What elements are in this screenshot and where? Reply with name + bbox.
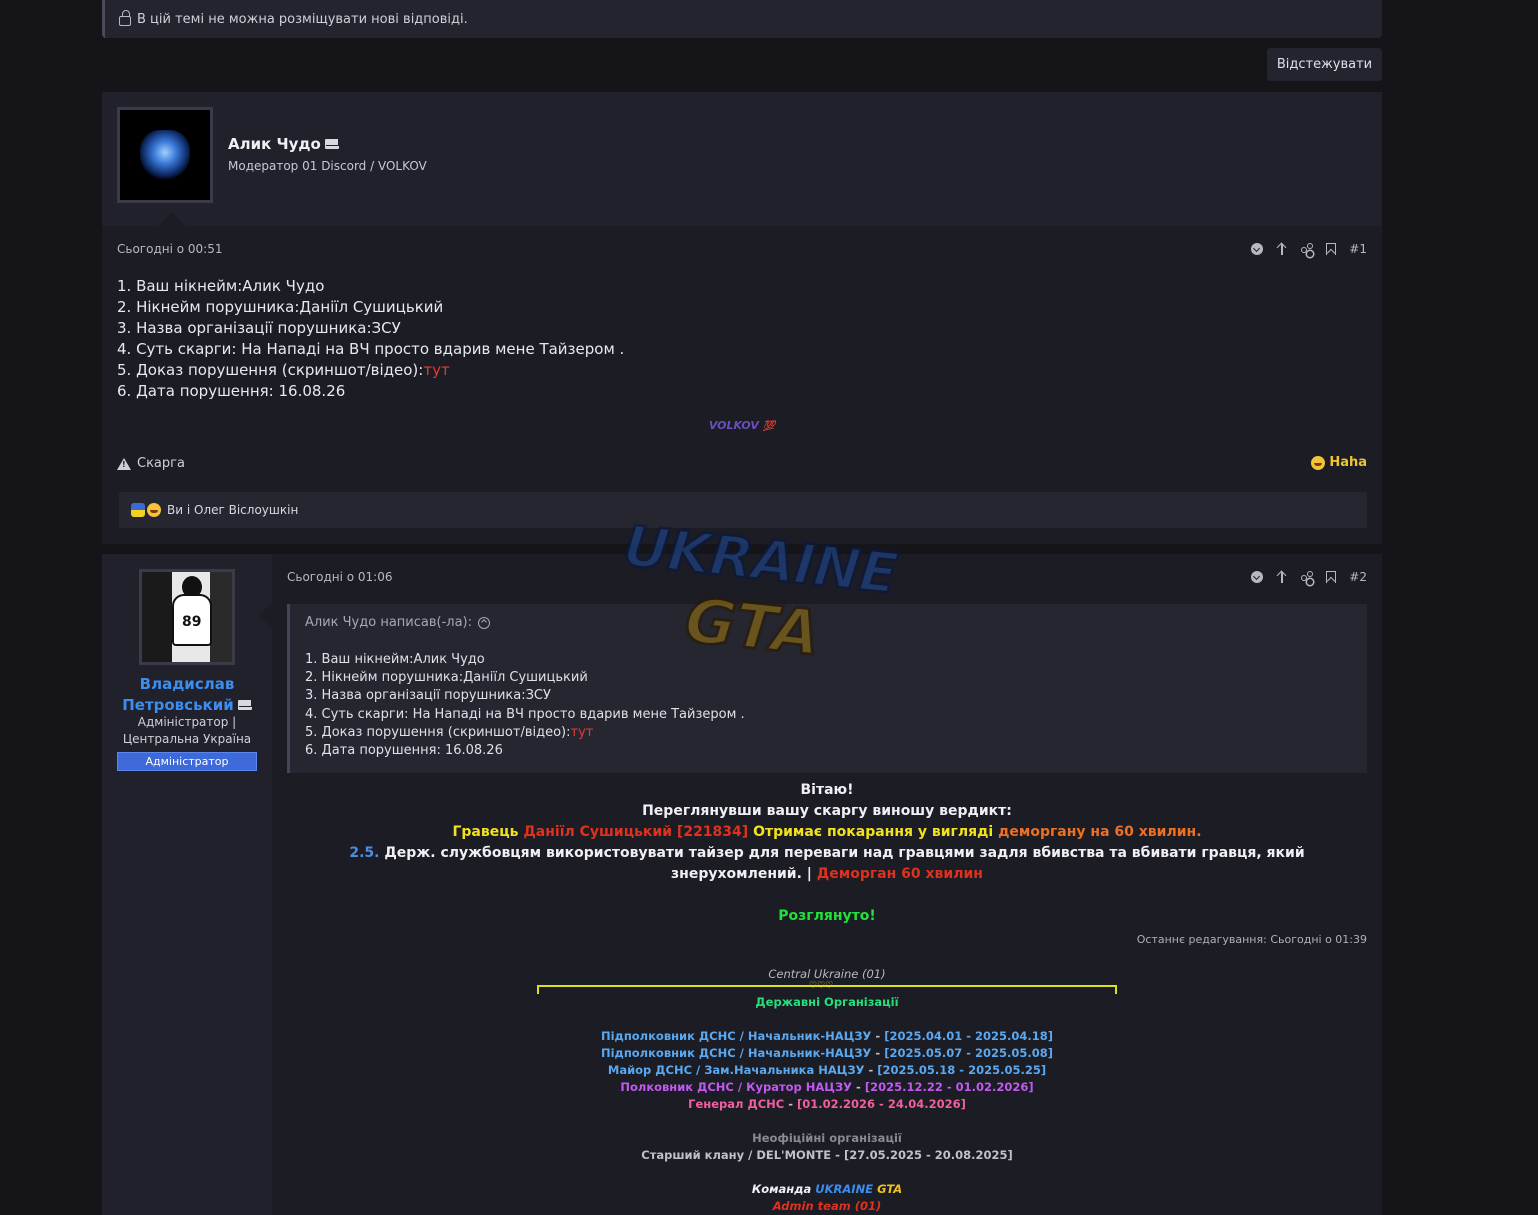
- post-number[interactable]: #2: [1349, 570, 1367, 584]
- avatar[interactable]: [117, 107, 213, 203]
- line: 1. Ваш нікнейм:Алик Чудо: [117, 277, 325, 295]
- reactions-bar[interactable]: Ви і Олег Віслоушкін: [119, 492, 1367, 528]
- wolf-avatar-image: [140, 130, 190, 180]
- caret: [259, 602, 272, 628]
- verdict-player: Гравець Даніїл Сушицький [221834] Отрима…: [452, 824, 1202, 840]
- line: 6. Дата порушення: 16.08.26: [117, 382, 346, 400]
- author-name-line: Владислав: [139, 675, 235, 693]
- quote-header[interactable]: Алик Чудо написав(-ла):: [305, 615, 490, 630]
- line: 6. Дата порушення: 16.08.26: [305, 743, 503, 759]
- share-icon[interactable]: [1301, 571, 1314, 583]
- bookmark-icon[interactable]: [1326, 571, 1337, 583]
- author-title: Адміністратор | Центральна Україна: [102, 714, 272, 748]
- flag-emoji-icon: [131, 503, 145, 517]
- post-body: 1. Ваш нікнейм:Алик Чудо 2. Нікнейм пору…: [117, 276, 624, 402]
- reaction-button[interactable]: Haha: [1311, 455, 1367, 470]
- status: Розглянуто!: [778, 908, 876, 924]
- signature: VOLKOV 💯: [708, 419, 776, 432]
- share-icon[interactable]: [1301, 243, 1314, 255]
- line: 5. Доказ порушення (скриншот/відео):тут: [305, 724, 594, 740]
- rank-line: Підполковник ДСНС / Начальник-НАЦЗУ - [2…: [600, 1046, 1054, 1060]
- post-1: Алик Чудо Модератор 01 Discord / VOLKOV …: [102, 92, 1382, 544]
- author-name[interactable]: Владислав Петровський: [102, 674, 272, 716]
- rank-line: Підполковник ДСНС / Начальник-НАЦЗУ - [2…: [600, 1029, 1054, 1043]
- warning-icon: [117, 457, 131, 470]
- author-title: Модератор 01 Discord / VOLKOV: [228, 159, 427, 173]
- evidence-link[interactable]: тут: [571, 725, 594, 740]
- line: 4. Суть скарги: На Нападі на ВЧ просто в…: [117, 340, 625, 358]
- line: 3. Назва організації порушника:ЗСУ: [117, 319, 401, 337]
- thread-locked-notice: В цій темі не можна розміщувати нові від…: [102, 0, 1382, 38]
- follow-button[interactable]: Відстежувати: [1267, 48, 1382, 81]
- post-1-header: Алик Чудо Модератор 01 Discord / VOLKOV: [102, 92, 1382, 226]
- line: 5. Доказ порушення (скриншот/відео):тут: [117, 361, 450, 379]
- line: 2. Нікнейм порушника:Даніїл Сушицький: [117, 298, 444, 316]
- unofficial-line: Старший клану / DEL'MONTE - [27.05.2025 …: [641, 1148, 1013, 1162]
- quote-block: Алик Чудо написав(-ла): 1. Ваш нікнейм:А…: [287, 604, 1367, 773]
- envelope-icon[interactable]: [237, 700, 252, 710]
- title-line: Адміністратор |: [137, 715, 237, 729]
- verdict: Вітаю! Переглянувши вашу скаргу виношу в…: [287, 780, 1367, 927]
- arrow-up-icon[interactable]: [1276, 243, 1288, 255]
- bookmark-icon[interactable]: [1326, 243, 1337, 255]
- rank-line: Майор ДСНС / Зам.Начальника НАЦЗУ - [202…: [607, 1063, 1047, 1077]
- post-2: 89 Владислав Петровський Адміністратор |…: [102, 554, 1382, 1215]
- divider: ♡♡♡: [537, 981, 1117, 994]
- notice-text: В цій темі не можна розміщувати нові від…: [137, 11, 468, 27]
- laughing-emoji-icon: [147, 503, 161, 517]
- org-header: Державні Організації: [755, 995, 899, 1009]
- unofficial-header: Неофіційні організації: [752, 1131, 902, 1145]
- author-name[interactable]: Алик Чудо: [228, 135, 339, 153]
- post-actions: #2: [1251, 570, 1367, 584]
- line: 3. Назва організації порушника:ЗСУ: [305, 688, 551, 704]
- rank-line: Генерал ДСНС - [01.02.2026 - 24.04.2026]: [688, 1097, 966, 1111]
- line: 1. Ваш нікнейм:Алик Чудо: [305, 652, 485, 667]
- post-number[interactable]: #1: [1349, 242, 1367, 256]
- evidence-link[interactable]: тут: [423, 361, 449, 379]
- hearts: ♡♡♡: [809, 981, 834, 991]
- lock-icon: [119, 10, 131, 26]
- laughing-emoji-icon: [1311, 455, 1326, 470]
- post-date[interactable]: Сьогодні о 01:06: [287, 570, 392, 584]
- author-name-line: Петровський: [122, 696, 234, 714]
- verdict-intro: Переглянувши вашу скаргу виношу вердикт:: [642, 803, 1012, 819]
- admin-team: Admin team (01): [772, 1199, 882, 1213]
- post-actions: #1: [1251, 242, 1367, 256]
- avatar-bg: [142, 572, 172, 662]
- arrow-up-circle-icon[interactable]: [478, 616, 490, 629]
- arrow-up-icon[interactable]: [1276, 571, 1288, 583]
- post-date[interactable]: Сьогодні о 00:51: [117, 242, 222, 256]
- avatar-bg: [210, 572, 232, 662]
- quote-body: 1. Ваш нікнейм:Алик Чудо 2. Нікнейм пору…: [305, 651, 745, 760]
- envelope-icon[interactable]: [324, 139, 339, 149]
- report-button[interactable]: Скарга: [117, 456, 185, 471]
- greeting: Вітаю!: [800, 782, 854, 798]
- chevron-down-icon[interactable]: [1251, 571, 1264, 583]
- role-badge: Адміністратор: [117, 752, 257, 771]
- team-line: Команда UKRAINE GTA: [751, 1182, 903, 1196]
- line: 2. Нікнейм порушника:Даніїл Сушицький: [305, 670, 588, 686]
- caret: [158, 212, 186, 226]
- avatar[interactable]: 89: [139, 569, 235, 665]
- last-edited: Останнє редагування: Сьогодні о 01:39: [1136, 933, 1367, 946]
- avatar-jersey: 89: [182, 614, 202, 630]
- chevron-down-icon[interactable]: [1251, 243, 1264, 255]
- user-sidebar: 89 Владислав Петровський Адміністратор |…: [102, 554, 272, 1215]
- rank-line: Полковник ДСНС / Куратор НАЦЗУ - [2025.1…: [620, 1080, 1034, 1094]
- verdict-rule: 2.5. Держ. службовцям використовувати та…: [349, 845, 1305, 882]
- signature: Central Ukraine (01) ♡♡♡ Державні Органі…: [272, 966, 1382, 1215]
- line: 4. Суть скарги: На Нападі на ВЧ просто в…: [305, 706, 745, 722]
- title-line: Центральна Україна: [122, 732, 252, 746]
